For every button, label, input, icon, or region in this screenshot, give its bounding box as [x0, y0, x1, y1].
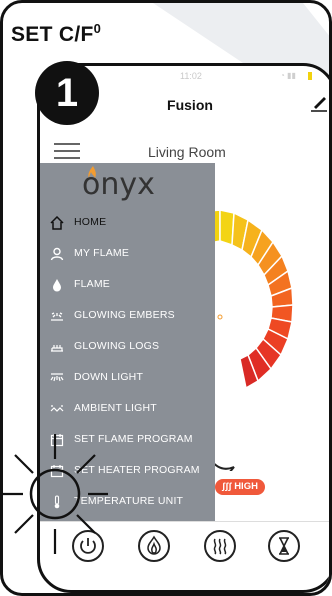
sidebar-item-label: DOWN LIGHT	[74, 371, 144, 383]
page-title: SET C/F0	[11, 21, 102, 46]
room-name: Living Room	[148, 144, 226, 160]
sidebar-item-set-flame-program[interactable]: SET FLAME PROGRAM	[40, 426, 215, 457]
sidebar-item-flame[interactable]: FLAME	[40, 271, 215, 302]
person-icon	[50, 247, 64, 261]
sidebar-item-set-heater-program[interactable]: SET HEATER PROGRAM	[40, 457, 215, 488]
phone-screen: 11:02 ◔ ▮▮ Fusion Living Room ʃʃʃ HIGH o…	[37, 63, 332, 593]
brand-logo: onyx	[82, 167, 155, 202]
sidebar-item-temperature-unit[interactable]: TEMPERATURE UNIT	[40, 488, 215, 519]
signal-icon: ◔ ▮▮	[280, 71, 296, 80]
sidebar-item-label: GLOWING EMBERS	[74, 309, 175, 321]
instruction-card: SET C/F0 11:02 ◔ ▮▮ Fusion Living Room ʃ…	[0, 0, 332, 596]
navigation-drawer: onyx HOME MY FLAME FLAME GLOWING EMBERS	[40, 163, 215, 521]
logs-icon	[51, 345, 63, 352]
flame-icon	[147, 535, 161, 555]
status-time: 11:02	[180, 71, 202, 81]
flame-drop-icon	[53, 279, 61, 292]
sidebar-item-glowing-logs[interactable]: GLOWING LOGS	[40, 333, 215, 364]
sidebar-item-label: SET HEATER PROGRAM	[74, 464, 200, 476]
timer-button[interactable]	[268, 530, 300, 562]
step-number-badge: 1	[35, 61, 99, 125]
thermometer-icon	[54, 495, 60, 509]
heat-level-icon: ʃʃʃ	[222, 481, 235, 492]
power-icon	[80, 538, 96, 554]
edit-icon[interactable]	[308, 92, 330, 114]
home-icon	[50, 216, 64, 230]
sidebar-item-label: AMBIENT LIGHT	[74, 402, 157, 414]
ambient-light-icon	[50, 405, 64, 412]
heat-level-badge[interactable]: ʃʃʃ HIGH	[215, 479, 265, 495]
down-light-icon	[50, 373, 64, 382]
sidebar-item-label: FLAME	[74, 278, 111, 290]
sidebar-item-ambient-light[interactable]: AMBIENT LIGHT	[40, 395, 215, 426]
drawer-menu: HOME MY FLAME FLAME GLOWING EMBERS GLOWI…	[40, 209, 215, 519]
sidebar-item-label: HOME	[74, 216, 107, 228]
bottom-toolbar	[40, 522, 329, 590]
menu-icon[interactable]	[54, 143, 80, 161]
sidebar-item-label: MY FLAME	[74, 247, 130, 259]
power-button[interactable]	[72, 530, 104, 562]
battery-icon	[308, 72, 312, 80]
sidebar-item-home[interactable]: HOME	[40, 209, 215, 240]
timer-icon	[279, 537, 289, 555]
flame-button[interactable]	[138, 530, 170, 562]
embers-icon	[51, 312, 63, 321]
sidebar-item-label: TEMPERATURE UNIT	[74, 495, 184, 507]
calendar-icon	[50, 465, 64, 478]
heat-icon	[213, 538, 227, 555]
heat-dial[interactable]	[210, 211, 332, 471]
sidebar-item-my-flame[interactable]: MY FLAME	[40, 240, 215, 271]
sidebar-item-label: SET FLAME PROGRAM	[74, 433, 193, 445]
sidebar-item-label: GLOWING LOGS	[74, 340, 160, 352]
heat-button[interactable]	[204, 530, 236, 562]
sidebar-item-down-light[interactable]: DOWN LIGHT	[40, 364, 215, 395]
sidebar-item-glowing-embers[interactable]: GLOWING EMBERS	[40, 302, 215, 333]
calendar-icon	[50, 434, 64, 447]
